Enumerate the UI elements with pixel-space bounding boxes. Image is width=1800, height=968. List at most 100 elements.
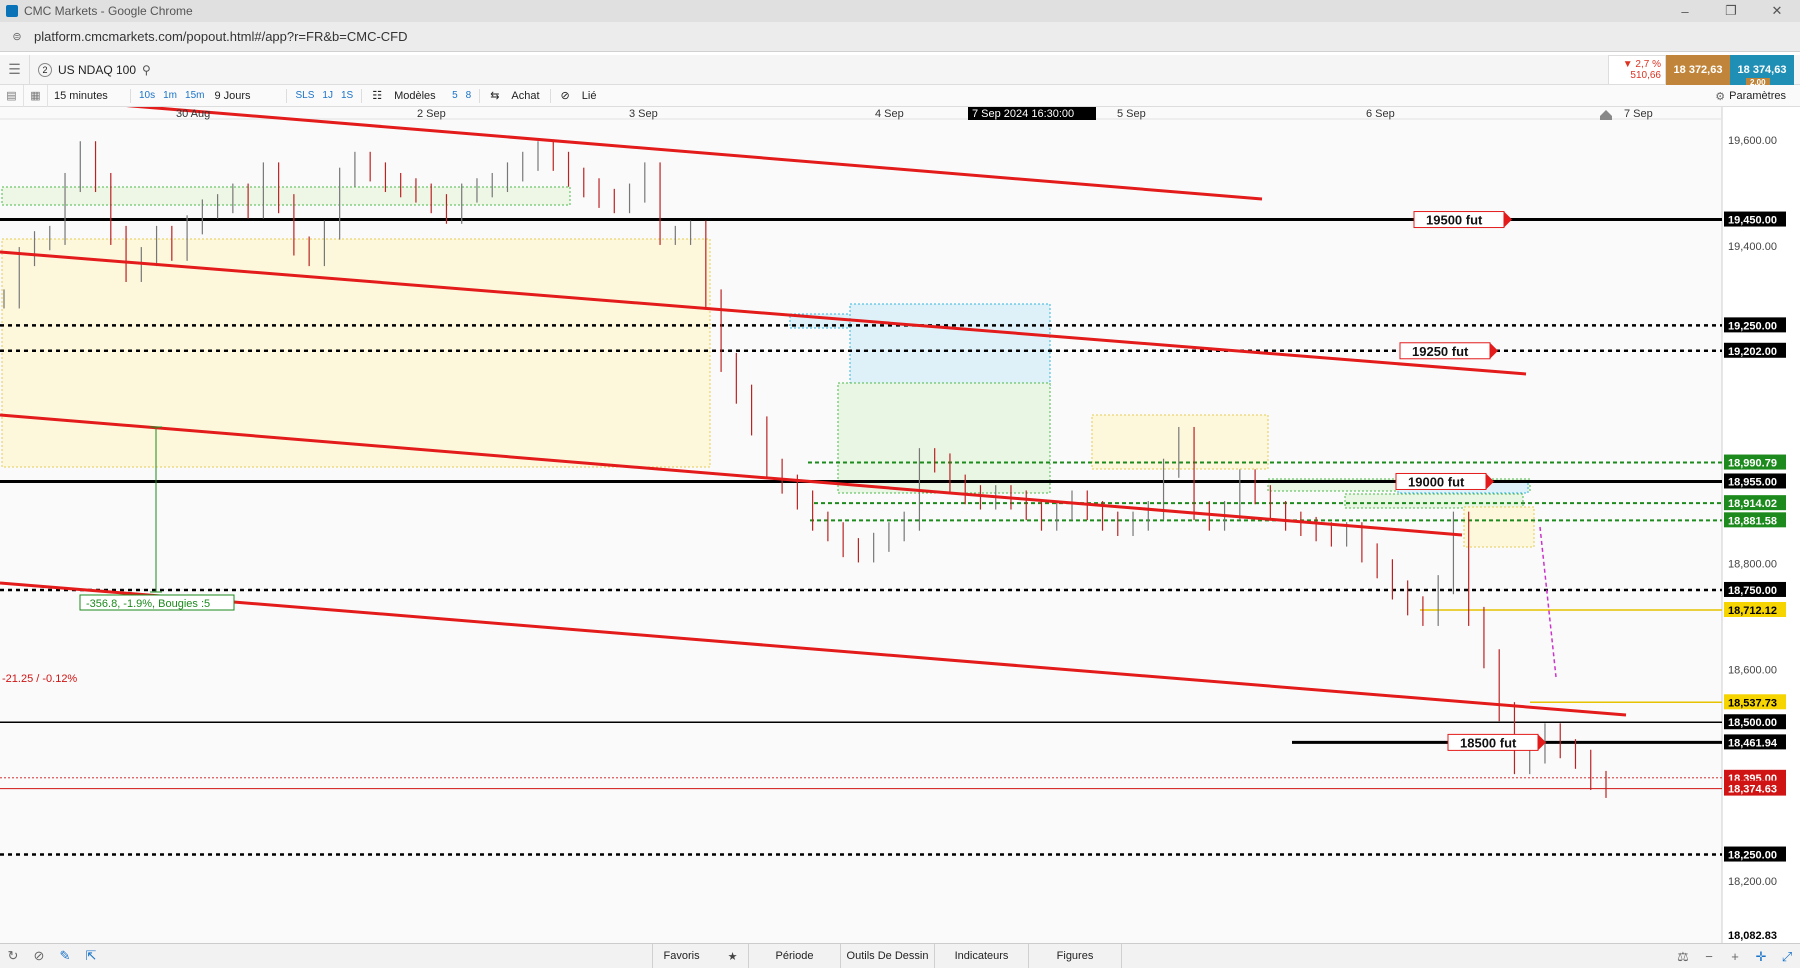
- x-tick-label: 2 Sep: [417, 108, 446, 120]
- block-icon[interactable]: ⊘: [26, 944, 52, 968]
- instrument-selector[interactable]: 2 US NDAQ 100 ⚲: [38, 62, 151, 77]
- buy-toolbar-button[interactable]: Achat: [505, 90, 545, 102]
- menu-icon[interactable]: ☰: [0, 54, 30, 85]
- expand-icon[interactable]: ⤢: [1774, 944, 1800, 968]
- yellow-zone-2[interactable]: [1463, 506, 1535, 548]
- green-zone-3[interactable]: [1344, 493, 1524, 509]
- zoom-out-icon[interactable]: −: [1696, 944, 1722, 968]
- level-axis-label: 19,250.00: [1728, 320, 1777, 332]
- crosshair-icon[interactable]: ✛: [1748, 944, 1774, 968]
- buy-tag-icon[interactable]: ⇆: [484, 89, 505, 102]
- y-tick-label: 18,600.00: [1728, 664, 1777, 676]
- minimize-icon[interactable]: –: [1662, 0, 1708, 22]
- settings-button[interactable]: ⚙ Paramètres: [1715, 85, 1786, 107]
- close-icon[interactable]: ✕: [1754, 0, 1800, 22]
- separator: [361, 88, 363, 103]
- settings-label: Paramètres: [1729, 90, 1786, 102]
- level-axis-label: 18,750.00: [1728, 585, 1777, 597]
- price-change: ▼ 2,7 % 510,66: [1608, 55, 1666, 85]
- indicators-tab[interactable]: Indicateurs: [934, 943, 1028, 968]
- templates-button[interactable]: Modèles: [388, 90, 448, 102]
- interval-1m[interactable]: 1m: [159, 90, 181, 101]
- price-chart[interactable]: -356.8, -1.9%, Bougies :5 -21.25 / -0.12…: [0, 107, 1800, 943]
- level-axis-label: 18,537.73: [1728, 697, 1777, 709]
- zoom-in-icon[interactable]: +: [1722, 944, 1748, 968]
- y-tick-label: 18,082.83: [1728, 930, 1777, 942]
- refresh-icon[interactable]: ↻: [0, 944, 26, 968]
- fut-tag-label[interactable]: 19250 fut: [1412, 344, 1469, 359]
- linked-button[interactable]: Lié: [576, 90, 603, 102]
- templates-icon[interactable]: ☷: [366, 89, 388, 102]
- level-axis-label: 18,250.00: [1728, 850, 1777, 862]
- range-1s[interactable]: 1S: [337, 90, 357, 101]
- instrument-toolbar: ☰ 2 US NDAQ 100 ⚲: [0, 54, 1800, 85]
- bottom-toolbar: ↻ ⊘ ✎ ⇱ Favoris ★ Période Outils De Dessi…: [0, 943, 1800, 968]
- level-axis-label: 18,712.12: [1728, 605, 1777, 617]
- range-1j[interactable]: 1J: [318, 90, 337, 101]
- y-tick-label: 19,600.00: [1728, 135, 1777, 147]
- link-icon[interactable]: ⊘: [555, 89, 576, 102]
- window-titlebar: CMC Markets - Google Chrome – ❐ ✕: [0, 0, 1800, 22]
- instrument-name[interactable]: US NDAQ 100: [58, 63, 136, 77]
- range-sls[interactable]: SLS: [291, 90, 318, 101]
- green-zone[interactable]: [837, 382, 1051, 494]
- range-select[interactable]: 9 Jours: [208, 90, 282, 102]
- template-8[interactable]: 8: [462, 90, 476, 101]
- separator: [549, 88, 551, 103]
- list-icon[interactable]: ▤: [0, 84, 24, 107]
- price-widget: ▼ 2,7 % 510,66 18 372,63 18 374,63 2,00: [1608, 55, 1794, 87]
- site-info-icon[interactable]: ⊜: [10, 30, 24, 44]
- y-tick-label: 18,800.00: [1728, 558, 1777, 570]
- pencil-icon[interactable]: ✎: [52, 944, 78, 968]
- level-axis-label: 19,450.00: [1728, 215, 1777, 227]
- crosshair-time-badge: 7 Sep 2024 16:30:00: [968, 107, 1096, 120]
- period-tab[interactable]: Période: [748, 943, 840, 968]
- figures-tab[interactable]: Figures: [1028, 943, 1122, 968]
- yellow-zone[interactable]: [1091, 414, 1269, 470]
- x-tick-label: 4 Sep: [875, 108, 904, 120]
- interval-10s[interactable]: 10s: [135, 90, 159, 101]
- drawing-tools-tab[interactable]: Outils De Dessin: [840, 943, 934, 968]
- instrument-number: 2: [38, 62, 52, 77]
- x-tick-label: 30 Aug: [176, 108, 210, 120]
- fut-tag-label[interactable]: 19500 fut: [1426, 213, 1483, 228]
- demand-zone[interactable]: [1, 186, 571, 206]
- fut-tag-label[interactable]: 18500 fut: [1460, 735, 1517, 750]
- chart-toolbar: ▤ ▦ 15 minutes 10s 1m 15m 9 Jours SLS 1J…: [0, 84, 1800, 107]
- measure-label: -356.8, -1.9%, Bougies :5: [86, 598, 210, 610]
- window-title: CMC Markets - Google Chrome: [24, 4, 193, 18]
- favorites-tab[interactable]: Favoris ★: [652, 943, 748, 968]
- x-tick-label: 6 Sep: [1366, 108, 1395, 120]
- level-axis-label: 18,500.00: [1728, 717, 1777, 729]
- level-axis-label: 18,461.94: [1728, 737, 1778, 749]
- sell-button[interactable]: 18 372,63: [1666, 55, 1730, 85]
- change-label: -21.25 / -0.12%: [2, 673, 77, 685]
- separator: [286, 88, 288, 103]
- y-tick-label: 19,400.00: [1728, 241, 1777, 253]
- url-text[interactable]: platform.cmcmarkets.com/popout.html#/app…: [34, 29, 408, 44]
- change-percent: ▼ 2,7 %: [1622, 59, 1661, 70]
- restore-icon[interactable]: ❐: [1708, 0, 1754, 22]
- cursor-icon[interactable]: ⇱: [78, 944, 104, 968]
- blue-zone[interactable]: [849, 303, 1051, 389]
- search-icon[interactable]: ⚲: [142, 63, 151, 77]
- level-axis-label: 18,955.00: [1728, 476, 1777, 488]
- interval-15m[interactable]: 15m: [181, 90, 208, 101]
- settings-alt-icon[interactable]: ⚖: [1670, 944, 1696, 968]
- template-5[interactable]: 5: [448, 90, 462, 101]
- level-axis-label: 18,990.79: [1728, 458, 1777, 470]
- interval-select[interactable]: 15 minutes: [48, 90, 126, 102]
- level-axis-label: 18,881.58: [1728, 515, 1777, 527]
- buy-price: 18 374,63: [1737, 64, 1787, 76]
- x-tick-label: 5 Sep: [1117, 108, 1146, 120]
- layout-icon[interactable]: ▦: [24, 84, 48, 107]
- gear-icon: ⚙: [1715, 90, 1726, 103]
- change-points: 510,66: [1630, 70, 1661, 81]
- supply-zone[interactable]: [1, 238, 711, 468]
- fut-tag-label[interactable]: 19000 fut: [1408, 474, 1465, 489]
- current-price-axis-label: 18,374.63: [1728, 784, 1777, 796]
- crosshair-time: 7 Sep 2024 16:30:00: [972, 108, 1074, 120]
- y-tick-label: 18,200.00: [1728, 876, 1777, 888]
- buy-button[interactable]: 18 374,63 2,00: [1730, 55, 1794, 87]
- address-bar[interactable]: ⊜ platform.cmcmarkets.com/popout.html#/a…: [0, 22, 1800, 52]
